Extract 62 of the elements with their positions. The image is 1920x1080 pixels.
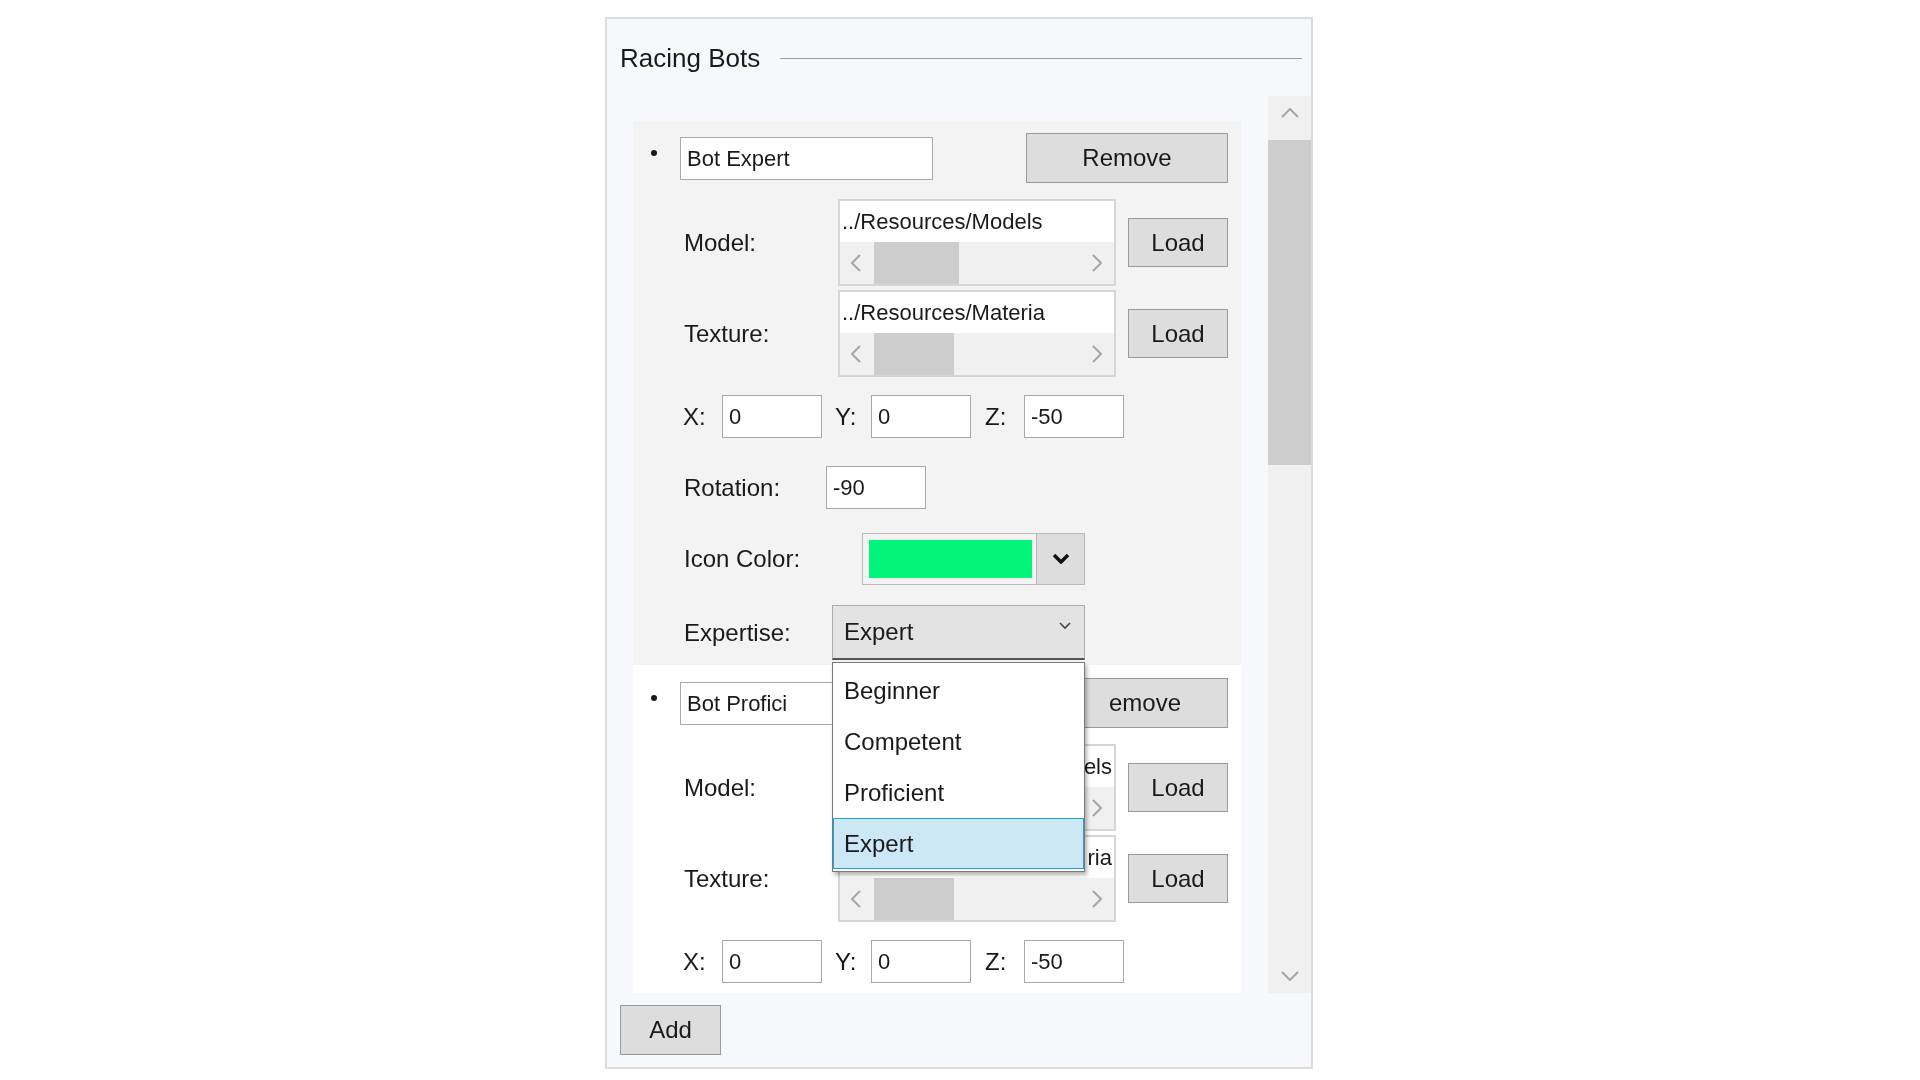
load-button[interactable]: Load — [1128, 763, 1228, 812]
texture-path-field[interactable]: ../Resources/Materia — [842, 301, 1045, 324]
y-field[interactable]: 0 — [871, 940, 971, 983]
scrollbar-thumb[interactable] — [874, 242, 959, 284]
texture-label: Texture: — [684, 318, 771, 349]
horizontal-scrollbar[interactable] — [840, 333, 1114, 375]
rotation-field[interactable]: -90 — [826, 466, 926, 509]
x-label: X: — [683, 401, 707, 432]
texture-label: Texture: — [684, 863, 771, 894]
remove-button[interactable]: emove — [1083, 678, 1228, 728]
name-field[interactable]: Bot Expert — [680, 136, 933, 180]
z-label: Z: — [985, 946, 1008, 977]
icon-color-label: Icon Color: — [684, 544, 802, 574]
scrollbar-thumb[interactable] — [874, 333, 954, 375]
bullet-icon — [651, 150, 657, 156]
expertise-label: Expertise: — [684, 617, 792, 648]
group-title: Racing Bots — [620, 41, 761, 75]
bullet-icon — [651, 695, 657, 701]
x-field[interactable]: 0 — [722, 395, 822, 438]
scrollbar-thumb[interactable] — [1268, 140, 1311, 465]
expertise-dropdown[interactable]: Expert — [832, 605, 1085, 660]
z-label: Z: — [985, 401, 1008, 432]
scroll-right-icon — [1092, 345, 1102, 363]
chevron-down-icon — [1059, 622, 1071, 630]
y-label: Y: — [835, 946, 858, 977]
scroll-left-icon — [851, 254, 861, 272]
scroll-down-icon — [1280, 971, 1299, 981]
vertical-scrollbar[interactable] — [1268, 96, 1311, 993]
rotation-label: Rotation: — [684, 472, 782, 503]
scroll-left-icon — [851, 890, 861, 908]
name-field[interactable]: Bot Profici — [680, 681, 832, 725]
texture-path-field[interactable]: ria — [1087, 846, 1112, 869]
dropdown-option[interactable]: Competent — [833, 716, 1084, 767]
load-button[interactable]: Load — [1128, 854, 1228, 903]
horizontal-scrollbar[interactable] — [840, 242, 1114, 284]
y-field[interactable]: 0 — [871, 395, 971, 438]
dropdown-option[interactable]: Proficient — [833, 767, 1084, 818]
scroll-right-icon — [1092, 890, 1102, 908]
scroll-left-icon — [851, 345, 861, 363]
model-path-field[interactable]: els — [1083, 755, 1112, 778]
remove-button[interactable]: Remove — [1026, 133, 1228, 183]
scrollbar-thumb[interactable] — [874, 878, 954, 920]
dropdown-option[interactable]: Expert — [833, 818, 1084, 869]
x-field[interactable]: 0 — [722, 940, 822, 983]
scroll-right-icon — [1092, 799, 1102, 817]
y-label: Y: — [835, 401, 858, 432]
model-label: Model: — [684, 227, 758, 258]
add-button[interactable]: Add — [620, 1005, 721, 1055]
z-field[interactable]: -50 — [1024, 940, 1124, 983]
x-label: X: — [683, 946, 707, 977]
load-button[interactable]: Load — [1128, 218, 1228, 267]
model-label: Model: — [684, 772, 758, 803]
load-button[interactable]: Load — [1128, 309, 1228, 358]
model-path-field[interactable]: ../Resources/Models — [842, 210, 1043, 233]
caret-down-icon — [1052, 554, 1069, 564]
scroll-up-icon — [1280, 108, 1299, 118]
z-field[interactable]: -50 — [1024, 395, 1124, 438]
dropdown-option[interactable]: Beginner — [833, 665, 1084, 716]
horizontal-scrollbar[interactable] — [840, 878, 1114, 920]
color-picker[interactable] — [862, 533, 1085, 585]
scroll-right-icon — [1092, 254, 1102, 272]
dropdown-button[interactable] — [1036, 534, 1084, 584]
